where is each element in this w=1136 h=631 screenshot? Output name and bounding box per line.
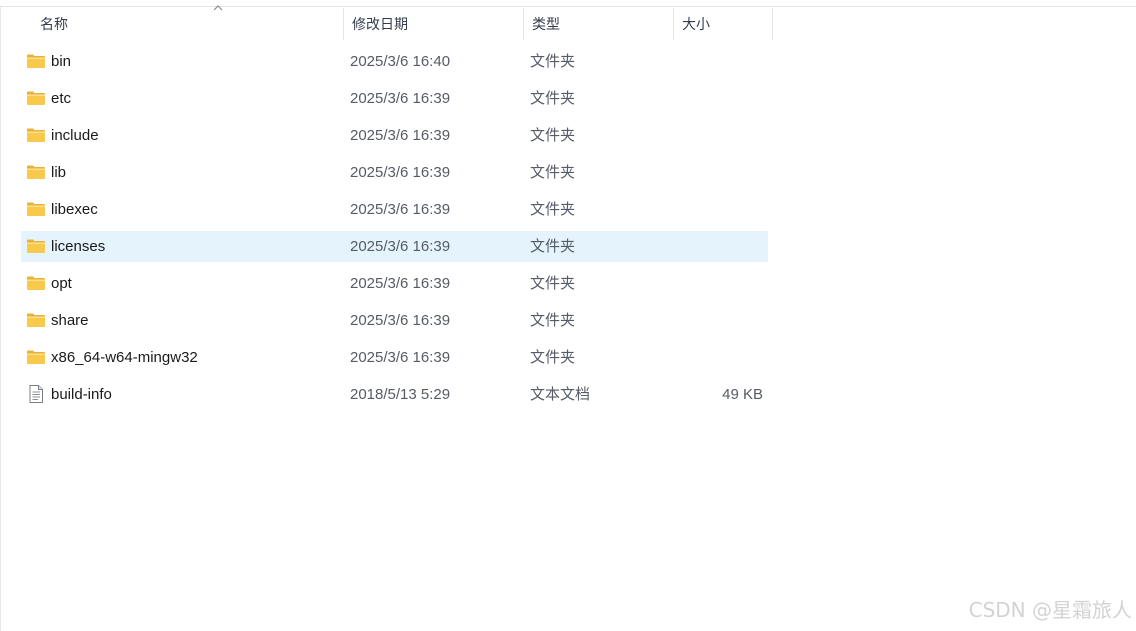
column-header-type-label: 类型 — [532, 16, 560, 32]
file-modified-date: 2025/3/6 16:39 — [350, 349, 451, 366]
file-row[interactable]: licenses 2025/3/6 16:39 文件夹 — [21, 231, 768, 262]
file-type: 文件夹 — [530, 53, 576, 70]
file-row[interactable]: etc 2025/3/6 16:39 文件夹 — [21, 83, 768, 114]
column-header-type[interactable]: 类型 — [523, 8, 673, 40]
file-modified-date: 2025/3/6 16:39 — [350, 201, 451, 218]
file-name: licenses — [51, 238, 106, 255]
folder-icon — [26, 126, 46, 144]
folder-icon — [26, 163, 46, 181]
file-name: share — [51, 312, 89, 329]
file-type: 文本文档 — [530, 386, 591, 403]
file-name: include — [51, 127, 99, 144]
file-row[interactable]: share 2025/3/6 16:39 文件夹 — [21, 305, 768, 336]
file-modified-date: 2025/3/6 16:39 — [350, 90, 451, 107]
file-name: lib — [51, 164, 67, 181]
file-row[interactable]: lib 2025/3/6 16:39 文件夹 — [21, 157, 768, 188]
sort-ascending-icon — [213, 5, 223, 11]
folder-icon — [26, 348, 46, 366]
file-modified-date: 2018/5/13 5:29 — [350, 386, 451, 403]
file-type: 文件夹 — [530, 238, 576, 255]
column-header-date-label: 修改日期 — [352, 16, 408, 32]
file-row[interactable]: x86_64-w64-mingw32 2025/3/6 16:39 文件夹 — [21, 342, 768, 373]
watermark: CSDN @星霜旅人 — [968, 598, 1132, 622]
file-type: 文件夹 — [530, 349, 576, 366]
file-name: bin — [51, 53, 72, 70]
column-header-date[interactable]: 修改日期 — [343, 8, 523, 40]
file-type: 文件夹 — [530, 201, 576, 218]
file-type: 文件夹 — [530, 90, 576, 107]
column-header-name-label: 名称 — [40, 16, 68, 32]
file-type: 文件夹 — [530, 164, 576, 181]
folder-icon — [26, 311, 46, 329]
folder-icon — [26, 200, 46, 218]
folder-icon — [26, 52, 46, 70]
column-header-size-label: 大小 — [682, 16, 710, 32]
text-file-icon — [26, 385, 46, 403]
file-row[interactable]: libexec 2025/3/6 16:39 文件夹 — [21, 194, 768, 225]
file-modified-date: 2025/3/6 16:39 — [350, 275, 451, 292]
file-type: 文件夹 — [530, 312, 576, 329]
file-name: build-info — [51, 386, 112, 403]
file-name: x86_64-w64-mingw32 — [51, 349, 198, 366]
file-modified-date: 2025/3/6 16:40 — [350, 53, 451, 70]
folder-icon — [26, 274, 46, 292]
file-row[interactable]: build-info 2018/5/13 5:29 文本文档 49 KB — [21, 379, 768, 410]
column-header-bar: 名称 修改日期 类型 大小 — [0, 5, 1136, 40]
file-type: 文件夹 — [530, 127, 576, 144]
window-left-edge — [0, 7, 1, 631]
file-row[interactable]: include 2025/3/6 16:39 文件夹 — [21, 120, 768, 151]
file-name: libexec — [51, 201, 98, 218]
folder-icon — [26, 89, 46, 107]
window-top-edge — [0, 0, 1136, 7]
column-header-name[interactable]: 名称 — [32, 5, 343, 40]
file-name: opt — [51, 275, 72, 292]
column-header-size[interactable]: 大小 — [673, 8, 773, 40]
folder-icon — [26, 237, 46, 255]
file-type: 文件夹 — [530, 275, 576, 292]
file-modified-date: 2025/3/6 16:39 — [350, 238, 451, 255]
file-modified-date: 2025/3/6 16:39 — [350, 164, 451, 181]
file-size: 49 KB — [722, 386, 763, 403]
file-row[interactable]: bin 2025/3/6 16:40 文件夹 — [21, 46, 768, 77]
file-row[interactable]: opt 2025/3/6 16:39 文件夹 — [21, 268, 768, 299]
file-modified-date: 2025/3/6 16:39 — [350, 127, 451, 144]
file-modified-date: 2025/3/6 16:39 — [350, 312, 451, 329]
file-name: etc — [51, 90, 72, 107]
